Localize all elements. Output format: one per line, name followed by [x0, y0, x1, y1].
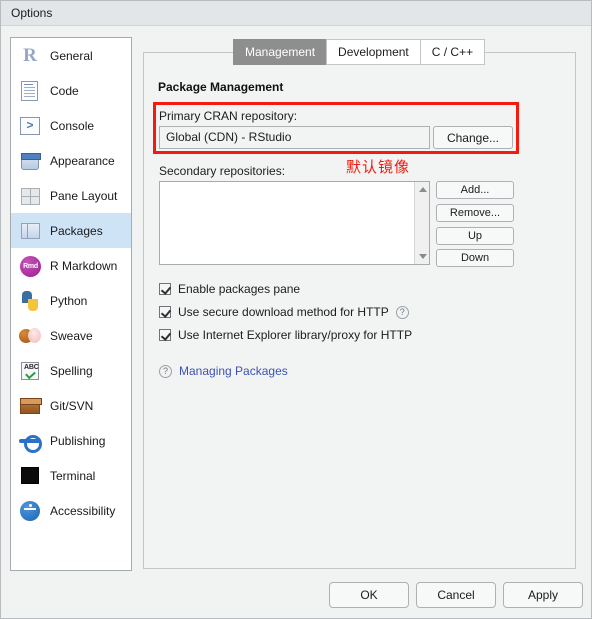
tab-development[interactable]: Development	[326, 39, 420, 65]
secondary-repos-listbox[interactable]	[159, 181, 430, 265]
checkbox-ie-library-proxy[interactable]: Use Internet Explorer library/proxy for …	[159, 328, 412, 342]
package-carton-icon	[19, 395, 42, 417]
sidebar-item-label: Pane Layout	[50, 188, 118, 203]
console-prompt-icon: >	[19, 115, 41, 137]
sidebar-item-packages[interactable]: Packages	[11, 213, 131, 248]
paint-bucket-icon	[19, 150, 41, 172]
checkbox-label: Use secure download method for HTTP	[178, 305, 389, 319]
sidebar-item-console[interactable]: > Console	[11, 108, 131, 143]
sidebar-item-python[interactable]: Python	[11, 283, 131, 318]
package-box-icon	[19, 220, 41, 242]
managing-packages-link-row[interactable]: ? Managing Packages	[159, 364, 288, 378]
sidebar-item-r-markdown[interactable]: Rmd R Markdown	[11, 248, 131, 283]
tab-c-c++[interactable]: C / C++	[419, 39, 486, 65]
checkbox-icon[interactable]	[159, 306, 171, 318]
secondary-repos-label: Secondary repositories:	[159, 164, 286, 178]
section-title: Package Management	[158, 80, 284, 94]
tab-management[interactable]: Management	[233, 39, 327, 65]
primary-cran-input[interactable]: Global (CDN) - RStudio	[159, 126, 430, 149]
terminal-black-icon	[19, 465, 41, 487]
options-dialog: Options R General Code > Console Appearance Pa…	[0, 0, 592, 619]
sidebar-item-label: Python	[50, 293, 88, 308]
options-category-sidebar[interactable]: R General Code > Console Appearance Pane Layou…	[10, 37, 132, 571]
move-repo-down-button[interactable]: Down	[436, 249, 514, 267]
sidebar-item-label: Code	[50, 83, 79, 98]
sweave-knitr-pdf-icon	[19, 325, 41, 347]
sidebar-item-label: Console	[50, 118, 95, 133]
add-repo-button[interactable]: Add...	[436, 181, 514, 199]
help-question-icon[interactable]: ?	[395, 305, 409, 319]
sidebar-item-general[interactable]: R General	[11, 38, 131, 73]
checkbox-enable-packages-pane[interactable]: Enable packages pane	[159, 282, 300, 296]
help-question-icon[interactable]: ?	[159, 364, 172, 378]
sidebar-item-label: Sweave	[50, 328, 93, 343]
rmd-badge-icon: Rmd	[19, 255, 41, 277]
scroll-up-arrow-icon[interactable]	[419, 187, 427, 192]
primary-cran-label: Primary CRAN repository:	[159, 109, 298, 123]
r-logo-icon: R	[23, 44, 37, 66]
move-repo-up-button[interactable]: Up	[436, 227, 514, 245]
checkbox-icon[interactable]	[159, 329, 171, 341]
remove-repo-button[interactable]: Remove...	[436, 204, 514, 222]
checkbox-icon[interactable]	[159, 283, 171, 295]
checkbox-label: Use Internet Explorer library/proxy for …	[178, 328, 413, 342]
sidebar-item-label: Spelling	[50, 363, 93, 378]
sidebar-item-git-svn[interactable]: Git/SVN	[11, 388, 131, 423]
tab-bar[interactable]: Management Development C / C++	[233, 39, 486, 65]
cancel-button[interactable]: Cancel	[416, 582, 496, 608]
sidebar-item-label: Git/SVN	[50, 398, 94, 413]
packages-management-panel: Package Management Primary CRAN reposito…	[143, 52, 576, 569]
publish-orbit-icon	[19, 430, 42, 453]
apply-button[interactable]: Apply	[503, 582, 583, 608]
sidebar-item-sweave[interactable]: Sweave	[11, 318, 131, 353]
sidebar-item-label: Terminal	[50, 468, 96, 483]
pane-grid-icon	[19, 185, 41, 207]
change-cran-button[interactable]: Change...	[433, 126, 513, 149]
ok-button[interactable]: OK	[329, 582, 409, 608]
checkbox-label: Enable packages pane	[178, 282, 301, 296]
checkbox-secure-download[interactable]: Use secure download method for HTTP ?	[159, 305, 409, 319]
annotation-text: 默认镜像	[346, 158, 411, 176]
scroll-down-arrow-icon[interactable]	[419, 254, 427, 259]
sidebar-item-terminal[interactable]: Terminal	[11, 458, 131, 493]
sidebar-item-spelling[interactable]: ABC Spelling	[11, 353, 131, 388]
accessibility-icon	[19, 500, 41, 522]
sidebar-item-publishing[interactable]: Publishing	[11, 423, 131, 458]
sidebar-item-label: Accessibility	[50, 503, 116, 518]
sidebar-item-accessibility[interactable]: Accessibility	[11, 493, 131, 528]
title-bar: Options	[1, 1, 591, 26]
sidebar-item-code[interactable]: Code	[11, 73, 131, 108]
spellcheck-abc-icon: ABC	[19, 360, 41, 382]
sidebar-item-appearance[interactable]: Appearance	[11, 143, 131, 178]
sidebar-item-label: Publishing	[50, 433, 106, 448]
sidebar-item-label: Appearance	[50, 153, 115, 168]
sidebar-item-pane-layout[interactable]: Pane Layout	[11, 178, 131, 213]
secondary-repos-scrollbar[interactable]	[414, 182, 429, 264]
code-document-icon	[19, 80, 41, 102]
sidebar-item-label: General	[50, 48, 93, 63]
managing-packages-link[interactable]: Managing Packages	[179, 364, 288, 378]
python-logo-icon	[19, 290, 41, 312]
sidebar-item-label: Packages	[50, 223, 103, 238]
sidebar-item-label: R Markdown	[50, 258, 118, 273]
window-title: Options	[11, 6, 53, 20]
